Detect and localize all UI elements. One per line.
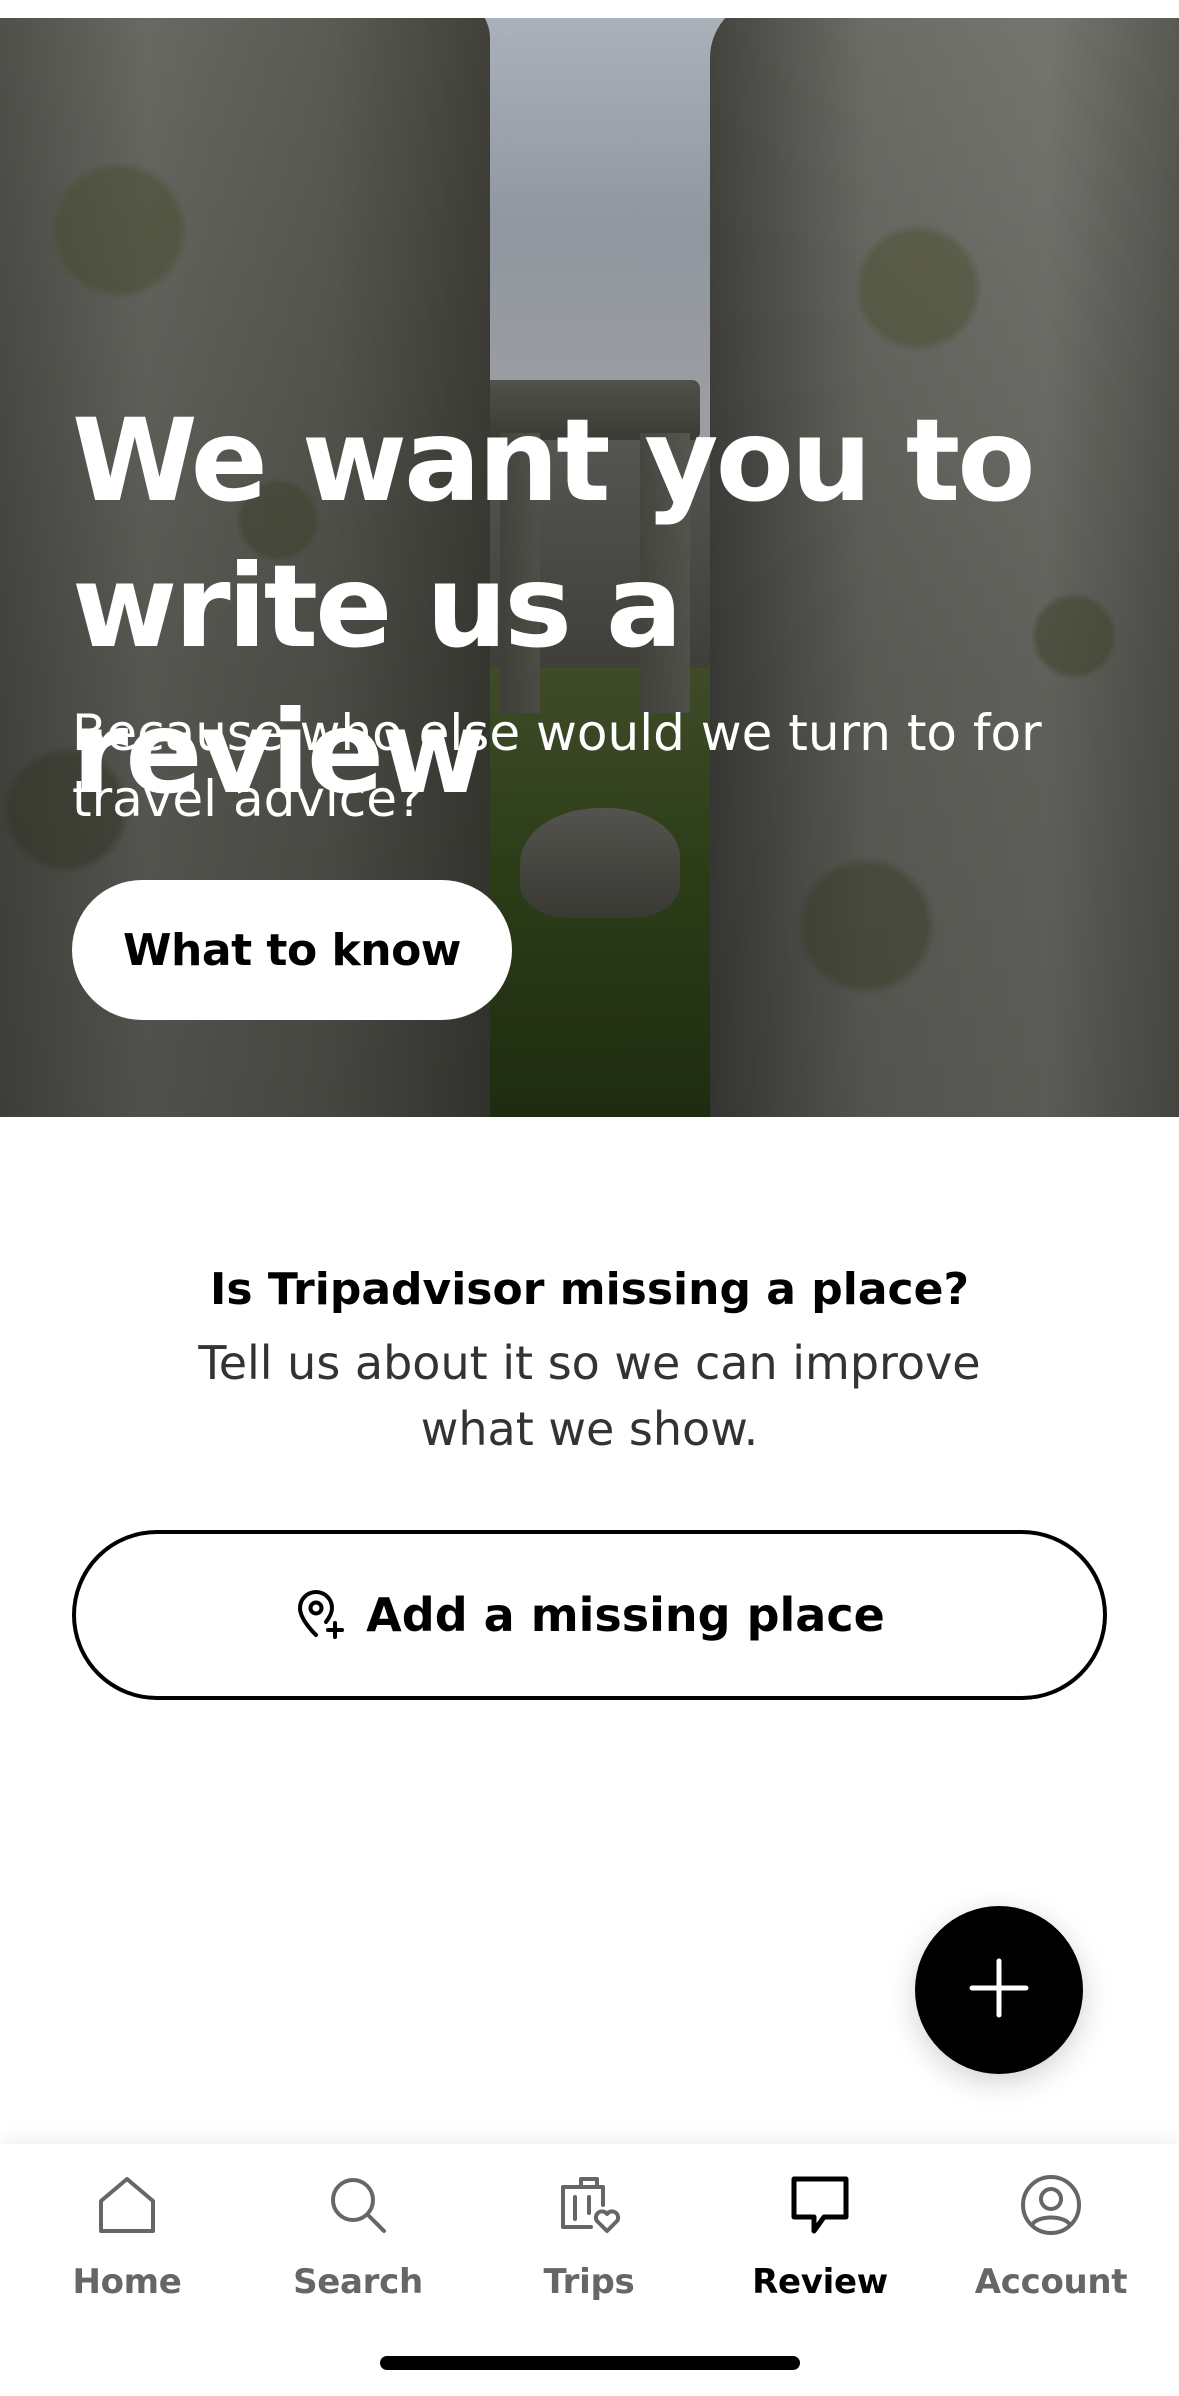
suitcase-heart-icon	[554, 2170, 624, 2240]
hero-subtitle: Because who else would we turn to for tr…	[72, 704, 1042, 828]
tab-label: Account	[974, 2262, 1128, 2302]
plus-icon	[968, 1957, 1030, 2024]
add-missing-place-label: Add a missing place	[366, 1588, 885, 1642]
map-pin-plus-icon	[294, 1589, 346, 1641]
missing-place-title: Is Tripadvisor missing a place?	[210, 1264, 969, 1315]
tab-label: Review	[752, 2262, 888, 2302]
search-icon	[323, 2170, 393, 2240]
home-icon	[92, 2170, 162, 2240]
review-screen: We want you to write us a review Because…	[0, 0, 1179, 2396]
tab-home[interactable]: Home	[12, 2170, 242, 2320]
missing-place-text: Tell us about it so we can improve what …	[198, 1336, 981, 1456]
user-circle-icon	[1016, 2170, 1086, 2240]
tab-search[interactable]: Search	[243, 2170, 473, 2320]
add-review-fab[interactable]	[915, 1906, 1083, 2074]
what-to-know-button[interactable]: What to know	[72, 880, 512, 1020]
tab-label: Trips	[543, 2262, 635, 2302]
speech-bubble-icon	[785, 2170, 855, 2240]
home-indicator[interactable]	[380, 2356, 800, 2370]
tab-review[interactable]: Review	[705, 2170, 935, 2320]
tab-account[interactable]: Account	[936, 2170, 1166, 2320]
tab-label: Home	[72, 2262, 182, 2302]
tab-trips[interactable]: Trips	[474, 2170, 704, 2320]
tab-label: Search	[293, 2262, 423, 2302]
add-missing-place-button[interactable]: Add a missing place	[72, 1530, 1107, 1700]
